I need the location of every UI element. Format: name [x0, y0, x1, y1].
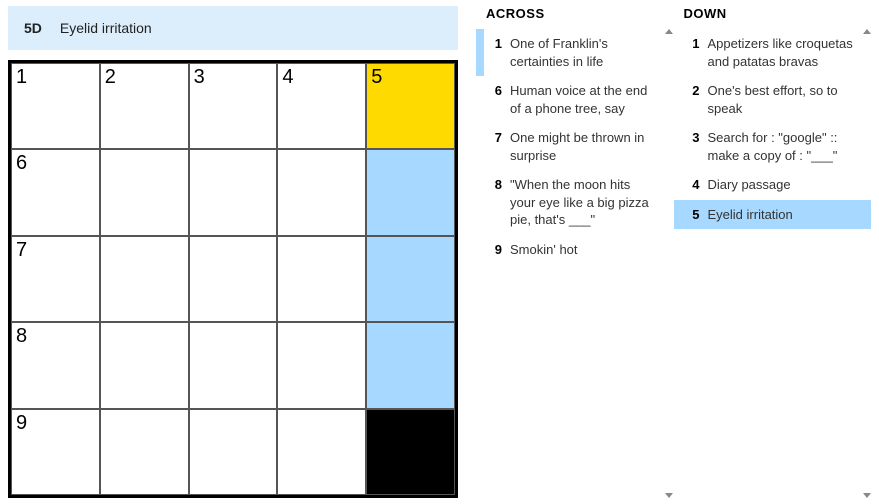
clue-lists: ACROSS 1One of Franklin's certainties in…	[476, 6, 871, 498]
grid-cell[interactable]: 1	[11, 63, 100, 149]
down-clue-4[interactable]: 4Diary passage	[674, 170, 872, 200]
clue-number: 1	[682, 35, 708, 53]
cell-number: 3	[194, 66, 205, 89]
across-clue-9[interactable]: 9Smokin' hot	[476, 235, 674, 265]
grid-cell[interactable]: 6	[11, 149, 100, 235]
grid-cell[interactable]: 7	[11, 236, 100, 322]
grid-cell[interactable]	[189, 322, 278, 408]
cell-number: 5	[371, 66, 382, 89]
grid-cell[interactable]	[100, 322, 189, 408]
clue-number: 2	[682, 82, 708, 100]
grid-cell[interactable]	[277, 236, 366, 322]
down-clue-1[interactable]: 1Appetizers like croquetas and patatas b…	[674, 29, 872, 76]
across-clue-7[interactable]: 7One might be thrown in surprise	[476, 123, 674, 170]
current-clue-bar[interactable]: 5D Eyelid irritation	[8, 6, 458, 50]
down-list: 1Appetizers like croquetas and patatas b…	[674, 29, 872, 229]
scroll-up-icon[interactable]	[863, 29, 871, 34]
down-column: DOWN 1Appetizers like croquetas and pata…	[674, 6, 872, 498]
grid-cell[interactable]: 3	[189, 63, 278, 149]
scroll-down-icon[interactable]	[863, 493, 871, 498]
grid-cell[interactable]: 8	[11, 322, 100, 408]
cell-number: 8	[16, 325, 27, 348]
down-clue-5[interactable]: 5Eyelid irritation	[674, 200, 872, 230]
down-clue-2[interactable]: 2One's best effort, so to speak	[674, 76, 872, 123]
cell-number: 1	[16, 66, 27, 89]
cell-number: 7	[16, 239, 27, 262]
clue-text: "When the moon hits your eye like a big …	[510, 176, 668, 229]
clue-number: 9	[484, 241, 510, 259]
grid-cell[interactable]	[277, 322, 366, 408]
clue-number: 6	[484, 82, 510, 100]
down-scroll[interactable]: 1Appetizers like croquetas and patatas b…	[674, 29, 872, 498]
across-clue-6[interactable]: 6Human voice at the end of a phone tree,…	[476, 76, 674, 123]
down-scrollbar[interactable]	[864, 29, 869, 498]
clue-number: 4	[682, 176, 708, 194]
left-panel: 5D Eyelid irritation 1 2 3 4 5 6 7 8 9	[8, 6, 458, 498]
clue-text: Smokin' hot	[510, 241, 668, 259]
scroll-down-icon[interactable]	[665, 493, 673, 498]
clue-number: 7	[484, 129, 510, 147]
across-scrollbar[interactable]	[667, 29, 672, 498]
grid-cell[interactable]	[100, 409, 189, 495]
crossword-app: 5D Eyelid irritation 123456789 ACROSS 1O…	[0, 0, 879, 504]
across-scroll[interactable]: 1One of Franklin's certainties in life6H…	[476, 29, 674, 498]
grid-cell[interactable]	[189, 236, 278, 322]
cell-number: 2	[105, 66, 116, 89]
grid-cell[interactable]: 9	[11, 409, 100, 495]
clue-text: Human voice at the end of a phone tree, …	[510, 82, 668, 117]
grid-cell[interactable]	[100, 149, 189, 235]
grid-cell[interactable]	[277, 149, 366, 235]
down-clue-3[interactable]: 3Search for : "google" :: make a copy of…	[674, 123, 872, 170]
current-clue-label: 5D	[24, 20, 42, 36]
grid-cell[interactable]: 2	[100, 63, 189, 149]
clue-text: Search for : "google" :: make a copy of …	[708, 129, 866, 164]
cell-number: 9	[16, 412, 27, 435]
across-clue-8[interactable]: 8"When the moon hits your eye like a big…	[476, 170, 674, 235]
grid-cell[interactable]	[100, 236, 189, 322]
across-list: 1One of Franklin's certainties in life6H…	[476, 29, 674, 264]
grid-cell[interactable]	[366, 322, 455, 408]
across-column: ACROSS 1One of Franklin's certainties in…	[476, 6, 674, 498]
cell-number: 6	[16, 152, 27, 175]
current-clue-text: Eyelid irritation	[60, 20, 152, 36]
scroll-up-icon[interactable]	[665, 29, 673, 34]
grid-cell[interactable]	[189, 149, 278, 235]
grid-cell[interactable]	[366, 149, 455, 235]
crossword-grid[interactable]: 1 2 3 4 5 6 7 8 9	[8, 60, 458, 498]
clue-text: One might be thrown in surprise	[510, 129, 668, 164]
clue-number: 5	[682, 206, 708, 224]
clue-text: One's best effort, so to speak	[708, 82, 866, 117]
clue-text: Diary passage	[708, 176, 866, 194]
grid-cell[interactable]	[189, 409, 278, 495]
clue-number: 8	[484, 176, 510, 194]
grid-cell[interactable]	[366, 236, 455, 322]
across-title: ACROSS	[476, 6, 674, 29]
clue-number: 1	[484, 35, 510, 53]
down-title: DOWN	[674, 6, 872, 29]
clue-text: Eyelid irritation	[708, 206, 866, 224]
cell-number: 4	[282, 66, 293, 89]
across-clue-1[interactable]: 1One of Franklin's certainties in life	[476, 29, 674, 76]
clue-number: 3	[682, 129, 708, 147]
clue-text: Appetizers like croquetas and patatas br…	[708, 35, 866, 70]
grid-cell[interactable]: 4	[277, 63, 366, 149]
grid-cell	[366, 409, 455, 495]
grid-cell[interactable]	[277, 409, 366, 495]
grid-cell[interactable]: 5	[366, 63, 455, 149]
clue-text: One of Franklin's certainties in life	[510, 35, 668, 70]
